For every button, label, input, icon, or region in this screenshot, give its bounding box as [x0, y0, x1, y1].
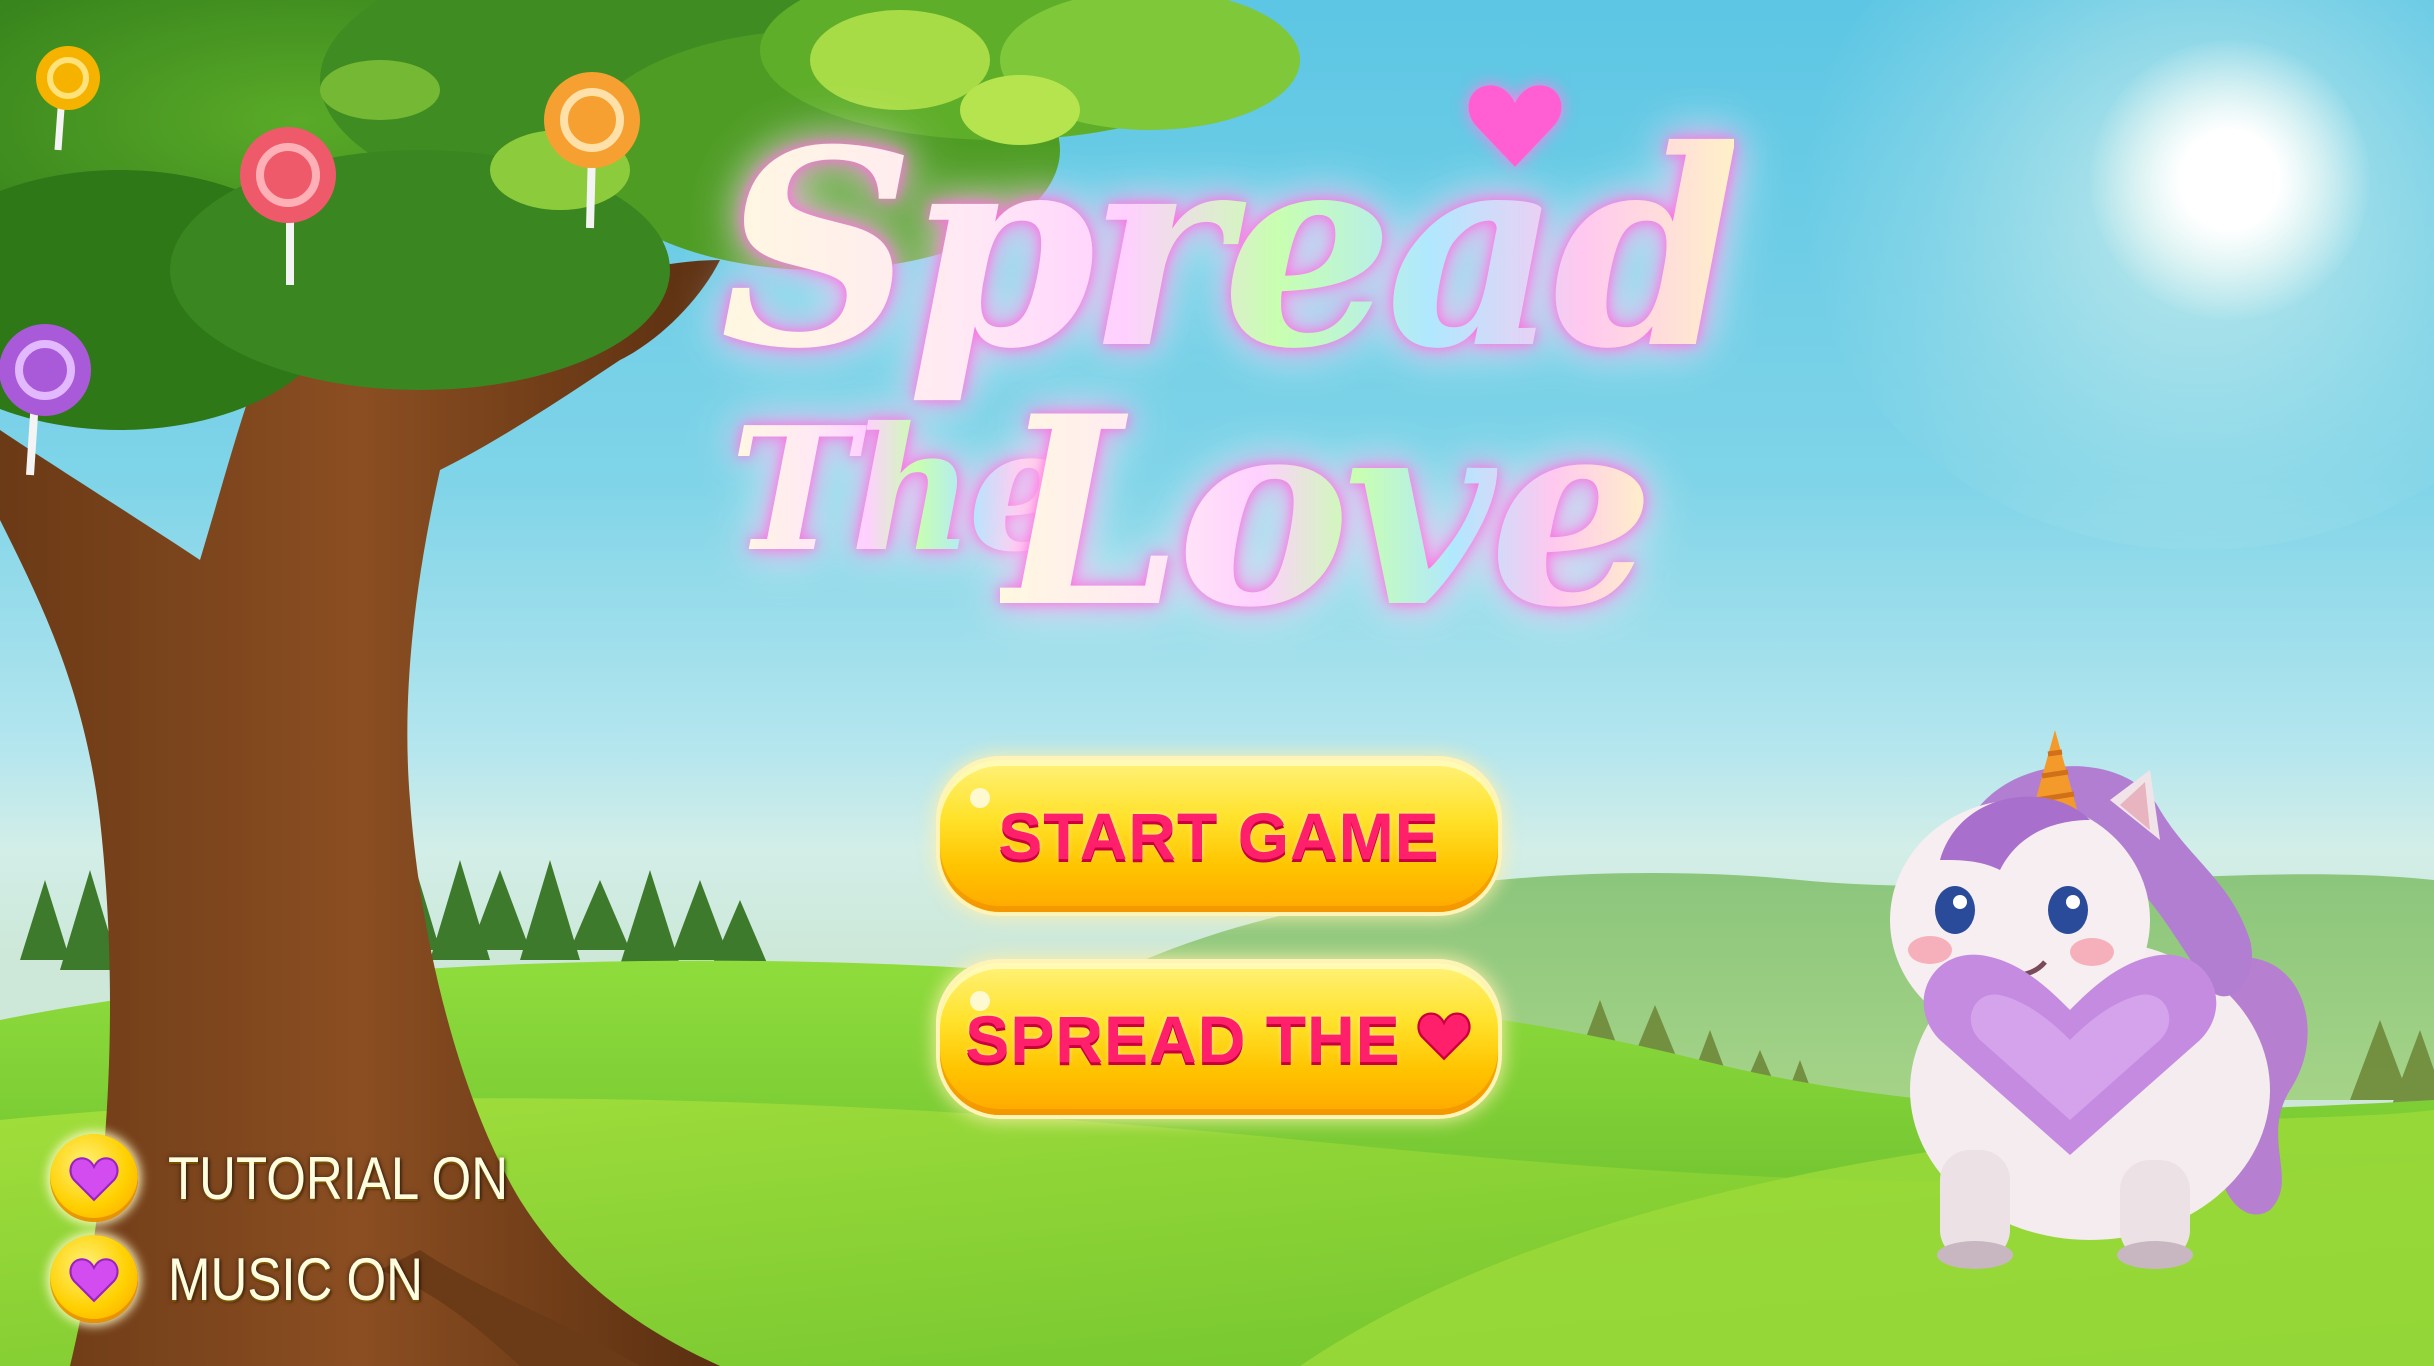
title-love: Love	[1000, 360, 1655, 665]
start-game-button[interactable]: START GAME	[940, 760, 1498, 912]
unicorn-mascot	[1890, 730, 2308, 1269]
heart-icon	[50, 1134, 138, 1222]
music-toggle-label: MUSIC ON	[168, 1245, 423, 1313]
spread-the-label: SPREAD THE	[965, 1002, 1401, 1076]
tutorial-toggle[interactable]: TUTORIAL ON	[50, 1134, 568, 1222]
tutorial-toggle-label: TUTORIAL ON	[168, 1144, 509, 1212]
title-screen: Spread The Love START GAME SPREAD THE TU…	[0, 0, 2434, 1366]
game-logo: Spread The Love	[700, 60, 1750, 720]
heart-icon	[50, 1235, 138, 1323]
start-game-label: START GAME	[998, 799, 1440, 873]
title-heart-icon	[1468, 85, 1562, 167]
spread-the-love-button[interactable]: SPREAD THE	[940, 963, 1498, 1115]
music-toggle[interactable]: MUSIC ON	[50, 1235, 468, 1323]
heart-icon	[1415, 1003, 1473, 1076]
